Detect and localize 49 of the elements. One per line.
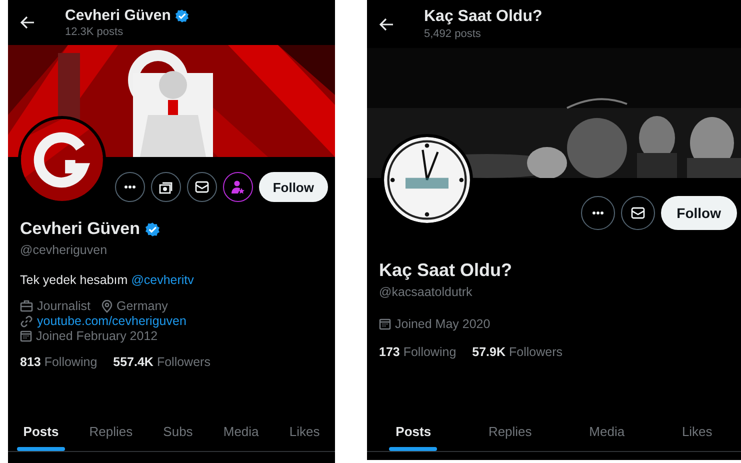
briefcase-icon — [20, 300, 33, 312]
more-button[interactable] — [114, 172, 145, 202]
profile-tab[interactable]: Likes — [283, 411, 326, 451]
follow-stat[interactable]: 813 Following — [20, 355, 98, 369]
header-title: Kaç Saat Oldu? — [424, 8, 542, 26]
follow-stat[interactable]: 557.4K Followers — [113, 355, 210, 369]
message-button[interactable] — [186, 172, 217, 202]
profile-tab[interactable]: Media — [583, 411, 631, 451]
follow-button[interactable]: Follow — [258, 172, 328, 202]
person-star-icon — [230, 180, 245, 194]
profile-tab[interactable]: Likes — [676, 411, 718, 451]
media-stack-icon — [158, 180, 173, 194]
calendar-icon — [20, 330, 32, 342]
profile-name: Cevheri Güven — [20, 219, 140, 239]
profile-info: Germany — [116, 299, 168, 313]
envelope-icon — [194, 181, 209, 193]
back-arrow-icon[interactable] — [20, 16, 35, 29]
envelope-icon — [630, 207, 645, 219]
subscribe-button[interactable] — [150, 172, 181, 202]
link-icon — [20, 314, 33, 328]
profile-name: Kaç Saat Oldu? — [379, 260, 512, 281]
mention-link[interactable]: @cevheritv — [131, 273, 194, 287]
more-icon — [124, 185, 136, 189]
profile-info: Joined February 2012 — [36, 329, 158, 343]
message-button[interactable] — [620, 196, 655, 230]
back-arrow-icon[interactable] — [379, 18, 394, 30]
more-icon — [592, 211, 604, 215]
profile-tab[interactable]: Replies — [482, 411, 538, 451]
profile-bio: Tek yedek hesabım @cevheritv — [20, 273, 195, 287]
post-count: 12.3K posts — [65, 26, 124, 38]
header-title: Cevheri Güven — [65, 7, 171, 24]
profile-tab[interactable]: Subs — [157, 411, 199, 451]
profile-handle: @cevheriguven — [20, 243, 108, 257]
calendar-icon — [379, 318, 391, 330]
member-button[interactable] — [222, 172, 253, 202]
follow-stat[interactable]: 57.9K Followers — [472, 345, 562, 359]
profile-info: Joined May 2020 — [395, 317, 490, 331]
profile-tab[interactable]: Posts — [17, 411, 65, 451]
location-pin-icon — [100, 300, 112, 312]
profile-tab[interactable]: Posts — [390, 411, 438, 451]
profile-tab[interactable]: Media — [217, 411, 265, 451]
website-link[interactable]: youtube.com/cevheriguven — [37, 314, 186, 328]
follow-button[interactable]: Follow — [660, 196, 737, 230]
profile-info: Journalist — [37, 299, 90, 313]
follow-stat[interactable]: 173 Following — [379, 345, 456, 359]
profile-handle: @kacsaatoldutrk — [379, 285, 474, 299]
profile-tab[interactable]: Replies — [83, 411, 139, 451]
post-count: 5,492 posts — [424, 28, 482, 40]
more-button[interactable] — [580, 196, 615, 230]
